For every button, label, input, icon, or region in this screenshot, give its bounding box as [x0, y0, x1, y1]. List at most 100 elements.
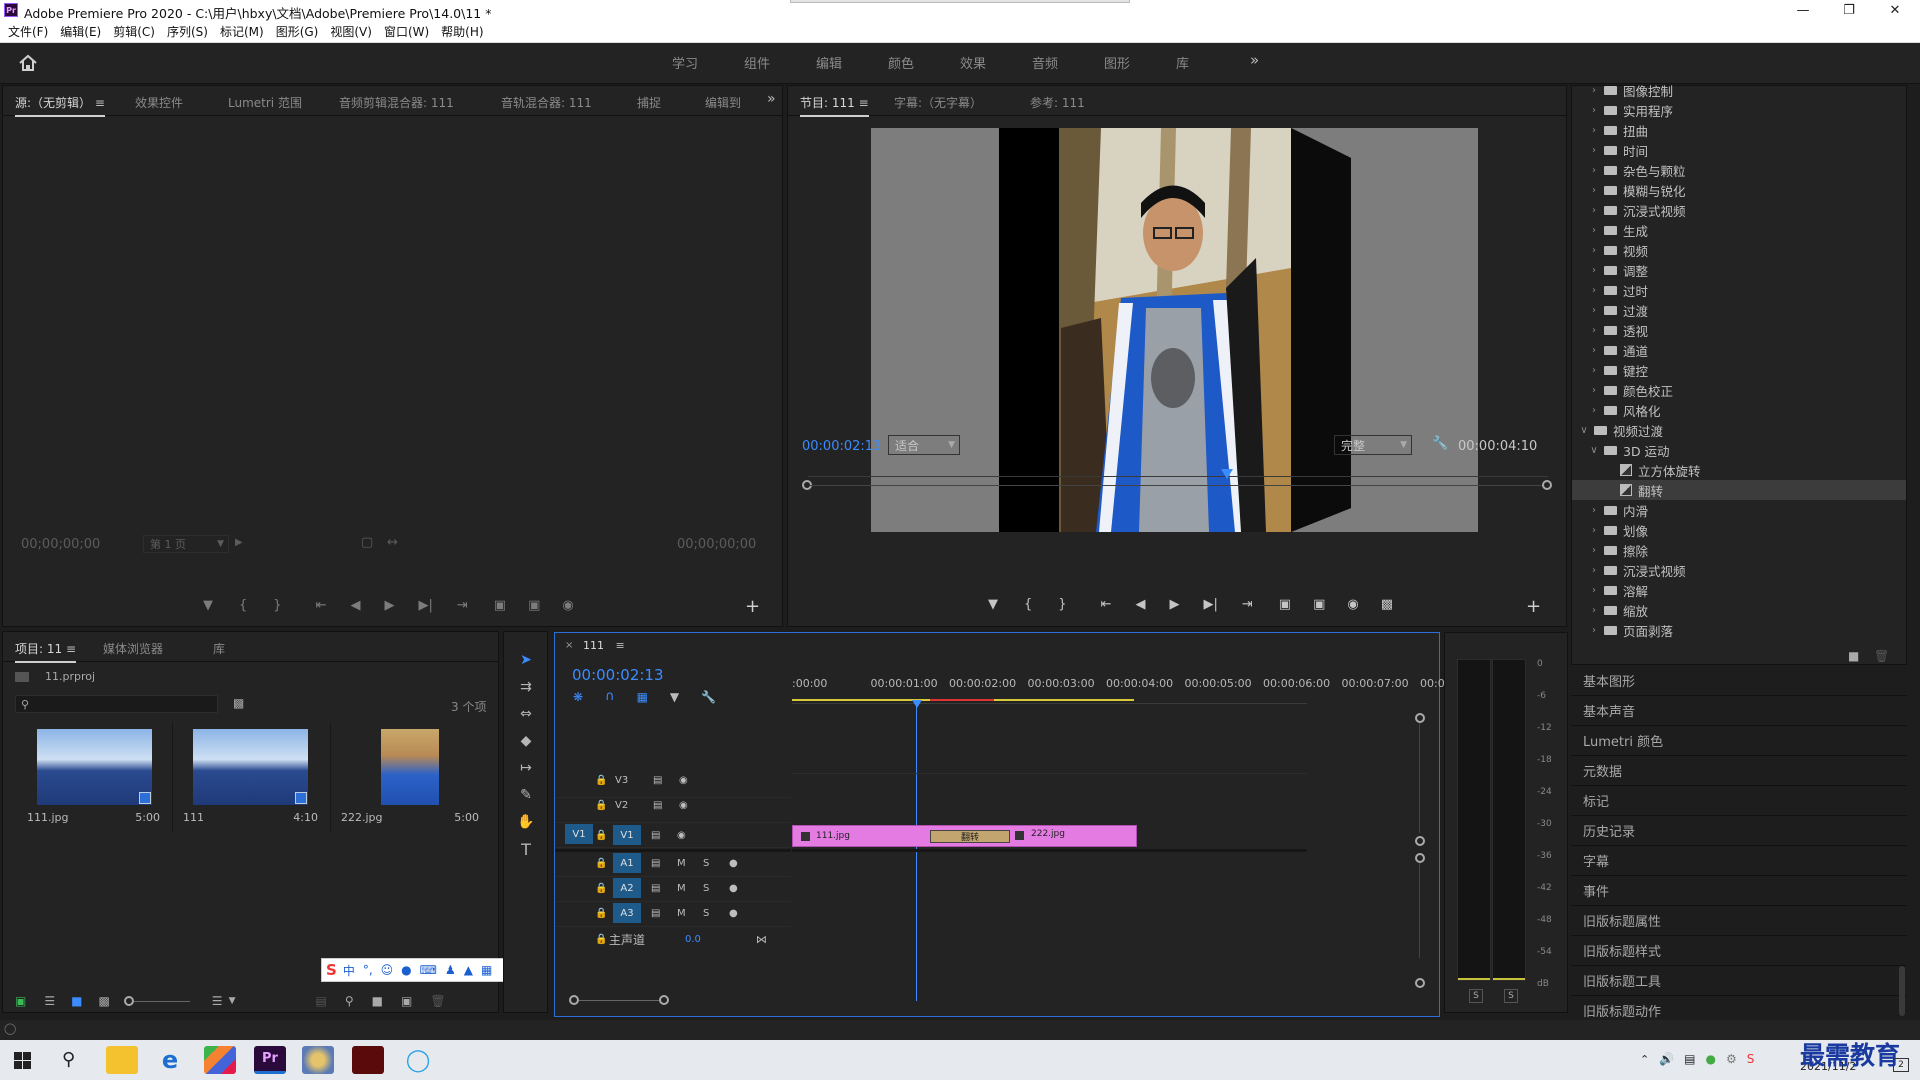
eye-icon[interactable]: ◉ — [679, 800, 688, 811]
ripple-edit-tool-icon[interactable]: ⇔ — [514, 702, 538, 726]
effects-tree-item[interactable]: › 沉浸式视频 — [1572, 200, 1906, 220]
menu-graphics[interactable]: 图形(G) — [276, 23, 319, 40]
source-step-back-icon[interactable]: ◀ — [350, 598, 360, 613]
source-mark-out-icon[interactable]: } — [273, 598, 281, 613]
program-mark-out-icon[interactable]: } — [1058, 597, 1066, 612]
program-timecode[interactable]: 00:00:02:13 — [802, 439, 881, 454]
effects-tree-item[interactable]: › 时间 — [1572, 140, 1906, 160]
workspace-audio[interactable]: 音频 — [1032, 53, 1058, 72]
ime-chinese-icon[interactable]: 中 — [343, 962, 355, 979]
chevron-right-icon[interactable]: › — [1588, 185, 1600, 196]
razor-tool-icon[interactable]: ◆ — [514, 729, 538, 753]
project-item[interactable]: 111.jpg 5:00 — [15, 722, 173, 832]
effects-tree-item[interactable]: › 过渡 — [1572, 300, 1906, 320]
source-mark-in-icon[interactable]: { — [239, 598, 247, 613]
effects-tree-item[interactable]: › 过时 — [1572, 280, 1906, 300]
chevron-right-icon[interactable]: › — [1588, 265, 1600, 276]
volume-icon[interactable]: 🔊 — [1659, 1052, 1674, 1066]
ime-menu-icon[interactable]: ▦ — [481, 963, 492, 977]
source-play-icon[interactable]: ▶ — [384, 598, 394, 613]
program-goto-in-icon[interactable]: ⇤ — [1101, 597, 1112, 612]
chevron-right-icon[interactable]: › — [1588, 525, 1600, 536]
minimize-icon[interactable]: — — [1780, 0, 1826, 21]
source-patch-v1[interactable]: V1 — [565, 824, 593, 844]
slip-tool-icon[interactable]: ↦ — [514, 756, 538, 780]
tab-reference[interactable]: 参考: 111 — [1030, 94, 1085, 111]
app-avatar-icon[interactable] — [302, 1046, 334, 1074]
home-icon[interactable] — [18, 54, 38, 72]
chevron-right-icon[interactable]: › — [1588, 85, 1600, 96]
track-label-a1[interactable]: A1 — [613, 853, 641, 873]
menu-edit[interactable]: 编辑(E) — [60, 23, 101, 40]
file-explorer-icon[interactable] — [106, 1046, 138, 1074]
program-marker-icon[interactable]: ▼ — [988, 597, 998, 612]
source-step-forward-icon[interactable]: ▶| — [418, 598, 432, 613]
tray-settings-icon[interactable]: ⚙ — [1726, 1052, 1737, 1066]
project-search-input[interactable]: ⚲ — [15, 695, 218, 713]
nest-icon[interactable]: ❋ — [573, 690, 583, 704]
panel-item[interactable]: 标记 — [1571, 786, 1907, 816]
flip-transition-clip[interactable]: 翻转 — [930, 830, 1010, 843]
tray-app-icon[interactable]: ● — [1706, 1052, 1716, 1066]
edge-icon[interactable]: e — [154, 1046, 186, 1074]
effects-tree-item[interactable]: › 视频 — [1572, 240, 1906, 260]
tab-media-browser[interactable]: 媒体浏览器 — [103, 640, 163, 657]
tab-project[interactable]: 项目: 11 ≡ — [15, 640, 77, 663]
mic-icon[interactable]: ● — [729, 883, 738, 894]
ime-user-icon[interactable]: ♟ — [445, 963, 456, 977]
linked-selection-icon[interactable]: ▦ — [637, 690, 648, 704]
effects-tree-item[interactable]: › 擦除 — [1572, 540, 1906, 560]
chevron-down-icon[interactable]: ∨ — [1578, 425, 1590, 436]
lock-icon[interactable]: ▣ — [15, 994, 26, 1008]
timeline-playhead-head[interactable] — [912, 700, 922, 708]
chevron-right-icon[interactable]: › — [1588, 385, 1600, 396]
tab-lumetri-scopes[interactable]: Lumetri 范围 — [228, 94, 302, 111]
menu-view[interactable]: 视图(V) — [330, 23, 372, 40]
tab-audio-clip-mixer[interactable]: 音频剪辑混合器: 111 — [339, 94, 454, 111]
program-play-icon[interactable]: ▶ — [1169, 597, 1179, 612]
chevron-right-icon[interactable]: › — [1588, 225, 1600, 236]
chevron-right-icon[interactable]: › — [1588, 345, 1600, 356]
chevron-down-icon[interactable]: ∨ — [1588, 445, 1600, 456]
menu-clip[interactable]: 剪辑(C) — [113, 23, 155, 40]
workspace-editing[interactable]: 编辑 — [816, 53, 842, 72]
chevron-right-icon[interactable]: › — [1588, 305, 1600, 316]
quality-dropdown[interactable]: 完整 ▼ — [1334, 435, 1412, 455]
add-marker-icon[interactable]: ▼ — [670, 690, 679, 704]
effects-tree-item[interactable]: › 颜色校正 — [1572, 380, 1906, 400]
workspace-color[interactable]: 颜色 — [888, 53, 914, 72]
effects-tree-item[interactable]: 翻转 — [1572, 480, 1906, 500]
workspace-effects[interactable]: 效果 — [960, 53, 986, 72]
sogou-tray-icon[interactable]: S — [1747, 1052, 1755, 1066]
panel-item[interactable]: 基本声音 — [1571, 696, 1907, 726]
sync-lock-icon[interactable]: ▤ — [651, 830, 677, 841]
tab-capture[interactable]: 捕捉 — [637, 94, 661, 111]
effects-tree-item[interactable]: › 键控 — [1572, 360, 1906, 380]
menu-help[interactable]: 帮助(H) — [441, 23, 483, 40]
program-extract-icon[interactable]: ▣ — [1313, 597, 1325, 612]
clip-name-111[interactable]: 111.jpg — [816, 831, 850, 841]
panel-item[interactable]: 基本图形 — [1571, 666, 1907, 696]
program-mark-in-icon[interactable]: { — [1024, 597, 1032, 612]
panel-item[interactable]: 旧版标题工具 — [1571, 966, 1907, 996]
tab-overflow-icon[interactable]: » — [767, 91, 776, 107]
type-tool-icon[interactable]: T — [514, 837, 538, 861]
h-scroll-left[interactable] — [569, 995, 579, 1005]
mute-button[interactable]: M — [677, 883, 703, 894]
chevron-right-icon[interactable]: › — [1588, 505, 1600, 516]
chevron-right-icon[interactable]: › — [1588, 285, 1600, 296]
chevron-right-icon[interactable]: › — [1588, 145, 1600, 156]
program-lift-icon[interactable]: ▣ — [1279, 597, 1291, 612]
sync-lock-icon[interactable]: ▤ — [651, 883, 677, 894]
v-scroll-mid[interactable] — [1415, 836, 1425, 846]
v-scroll-top[interactable] — [1415, 713, 1425, 723]
lock-track-icon[interactable]: 🔒 — [595, 934, 609, 945]
lock-track-icon[interactable]: 🔒 — [595, 858, 613, 869]
tab-source[interactable]: 源:（无剪辑） ≡ — [15, 94, 105, 117]
sync-lock-icon[interactable]: ▤ — [651, 858, 677, 869]
effects-tree-item[interactable]: › 沉浸式视频 — [1572, 560, 1906, 580]
fit-dropdown[interactable]: 适合 ▼ — [888, 435, 960, 455]
eye-icon[interactable]: ◉ — [679, 775, 688, 786]
solo-button[interactable]: S — [703, 883, 729, 894]
ime-emoji-icon[interactable]: ☺ — [381, 963, 394, 977]
